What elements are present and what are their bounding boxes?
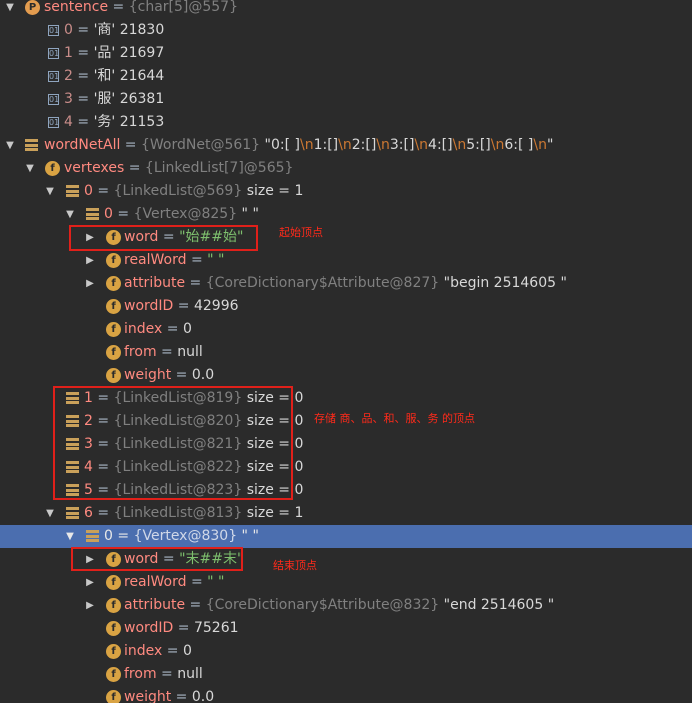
tree-row-index[interactable]: f index = 0 xyxy=(0,318,692,341)
field-icon: f xyxy=(106,598,121,613)
highlight-box-start-word xyxy=(69,225,258,251)
array-element-icon: 01 xyxy=(48,71,60,82)
tree-row-label: 3 = '服' 26381 xyxy=(64,91,165,107)
tree-row-label: 0 = '商' 21830 xyxy=(64,22,165,38)
tree-row-label: 4 = '务' 21153 xyxy=(64,114,165,130)
tree-row-label: realWord = " " xyxy=(124,574,225,590)
field-icon: f xyxy=(45,161,60,176)
list-icon xyxy=(66,507,79,519)
field-icon: f xyxy=(106,621,121,636)
tree-row-label: weight = 0.0 xyxy=(124,689,215,703)
tree-row-from[interactable]: f from = null xyxy=(0,341,692,364)
field-icon: f xyxy=(106,690,121,703)
tree-row-wordid[interactable]: f wordID = 75261 xyxy=(0,617,692,640)
tree-row-label: vertexes = {LinkedList[7]@565} xyxy=(64,160,294,176)
expand-toggle-icon[interactable]: ▶ xyxy=(84,249,96,272)
collapse-toggle-icon[interactable]: ▼ xyxy=(24,157,36,180)
annotation-end-vertex: 结束顶点 xyxy=(273,559,317,572)
object-icon xyxy=(86,208,99,220)
tree-row-label: attribute = {CoreDictionary$Attribute@82… xyxy=(124,275,567,291)
object-icon xyxy=(25,139,38,151)
tree-row-list-0[interactable]: ▼ 0 = {LinkedList@569} size = 1 xyxy=(0,180,692,203)
field-icon: f xyxy=(106,322,121,337)
tree-row-char-4[interactable]: 01 4 = '务' 21153 xyxy=(0,111,692,134)
field-icon: f xyxy=(106,667,121,682)
tree-row-label: wordNetAll = {WordNet@561} "0:[ ]\n1:[]\… xyxy=(44,137,554,153)
tree-row-label: realWord = " " xyxy=(124,252,225,268)
tree-row-realword[interactable]: ▶ f realWord = " " xyxy=(0,571,692,594)
tree-row-realword[interactable]: ▶ f realWord = " " xyxy=(0,249,692,272)
tree-row-label: 0 = {Vertex@825} " " xyxy=(104,206,259,222)
tree-row-char-0[interactable]: 01 0 = '商' 21830 xyxy=(0,19,692,42)
field-icon: f xyxy=(106,299,121,314)
field-icon: f xyxy=(106,276,121,291)
array-element-icon: 01 xyxy=(48,48,60,59)
tree-row-label: 6 = {LinkedList@813} size = 1 xyxy=(84,505,304,521)
tree-row-char-3[interactable]: 01 3 = '服' 26381 xyxy=(0,88,692,111)
collapse-toggle-icon[interactable]: ▼ xyxy=(64,203,76,226)
tree-row-label: 2 = '和' 21644 xyxy=(64,68,165,84)
tree-row-vertex-825[interactable]: ▼ 0 = {Vertex@825} " " xyxy=(0,203,692,226)
tree-row-vertex-830[interactable]: ▼ 0 = {Vertex@830} " " xyxy=(0,525,692,548)
tree-row-label: 1 = '品' 21697 xyxy=(64,45,165,61)
tree-row-sentence[interactable]: ▼ P sentence = {char[5]@557} xyxy=(0,0,692,19)
expand-toggle-icon[interactable]: ▶ xyxy=(84,272,96,295)
tree-row-label: sentence = {char[5]@557} xyxy=(44,0,238,15)
highlight-box-empty-lists xyxy=(53,386,293,500)
tree-row-label: 0 = {LinkedList@569} size = 1 xyxy=(84,183,304,199)
tree-row-wordid[interactable]: f wordID = 42996 xyxy=(0,295,692,318)
field-icon: f xyxy=(106,644,121,659)
object-icon xyxy=(86,530,99,542)
field-icon: f xyxy=(106,575,121,590)
annotation-start-vertex: 起始顶点 xyxy=(279,226,323,239)
tree-row-char-2[interactable]: 01 2 = '和' 21644 xyxy=(0,65,692,88)
tree-row-label: wordID = 42996 xyxy=(124,298,239,314)
tree-row-label: 0 = {Vertex@830} " " xyxy=(104,528,259,544)
tree-row-list-6[interactable]: ▼ 6 = {LinkedList@813} size = 1 xyxy=(0,502,692,525)
annotation-storage: 存储 商、品、和、服、务 的顶点 xyxy=(314,412,475,425)
tree-row-label: attribute = {CoreDictionary$Attribute@83… xyxy=(124,597,555,613)
tree-row-weight[interactable]: f weight = 0.0 xyxy=(0,686,692,703)
array-element-icon: 01 xyxy=(48,94,60,105)
tree-row-label: index = 0 xyxy=(124,643,192,659)
list-icon xyxy=(66,185,79,197)
tree-row-attribute[interactable]: ▶ f attribute = {CoreDictionary$Attribut… xyxy=(0,272,692,295)
tree-row-wordnetall[interactable]: ▼ wordNetAll = {WordNet@561} "0:[ ]\n1:[… xyxy=(0,134,692,157)
array-element-icon: 01 xyxy=(48,25,60,36)
tree-row-label: wordID = 75261 xyxy=(124,620,239,636)
collapse-toggle-icon[interactable]: ▼ xyxy=(4,134,16,157)
tree-row-vertexes[interactable]: ▼ f vertexes = {LinkedList[7]@565} xyxy=(0,157,692,180)
expand-toggle-icon[interactable]: ▶ xyxy=(84,571,96,594)
tree-row-from[interactable]: f from = null xyxy=(0,663,692,686)
field-icon: f xyxy=(106,345,121,360)
parameter-icon: P xyxy=(25,0,40,15)
tree-row-index[interactable]: f index = 0 xyxy=(0,640,692,663)
tree-row-char-1[interactable]: 01 1 = '品' 21697 xyxy=(0,42,692,65)
collapse-toggle-icon[interactable]: ▼ xyxy=(44,502,56,525)
collapse-toggle-icon[interactable]: ▼ xyxy=(44,180,56,203)
field-icon: f xyxy=(106,368,121,383)
tree-row-label: weight = 0.0 xyxy=(124,367,215,383)
tree-row-label: from = null xyxy=(124,666,203,682)
collapse-toggle-icon[interactable]: ▼ xyxy=(64,525,76,548)
tree-row-weight[interactable]: f weight = 0.0 xyxy=(0,364,692,387)
collapse-toggle-icon[interactable]: ▼ xyxy=(4,0,16,19)
tree-row-label: index = 0 xyxy=(124,321,192,337)
tree-row-attribute[interactable]: ▶ f attribute = {CoreDictionary$Attribut… xyxy=(0,594,692,617)
expand-toggle-icon[interactable]: ▶ xyxy=(84,594,96,617)
highlight-box-end-word xyxy=(71,547,243,571)
field-icon: f xyxy=(106,253,121,268)
tree-row-label: from = null xyxy=(124,344,203,360)
array-element-icon: 01 xyxy=(48,117,60,128)
debugger-variables-tree: ▼ P sentence = {char[5]@557} 01 0 = '商' … xyxy=(0,0,692,703)
